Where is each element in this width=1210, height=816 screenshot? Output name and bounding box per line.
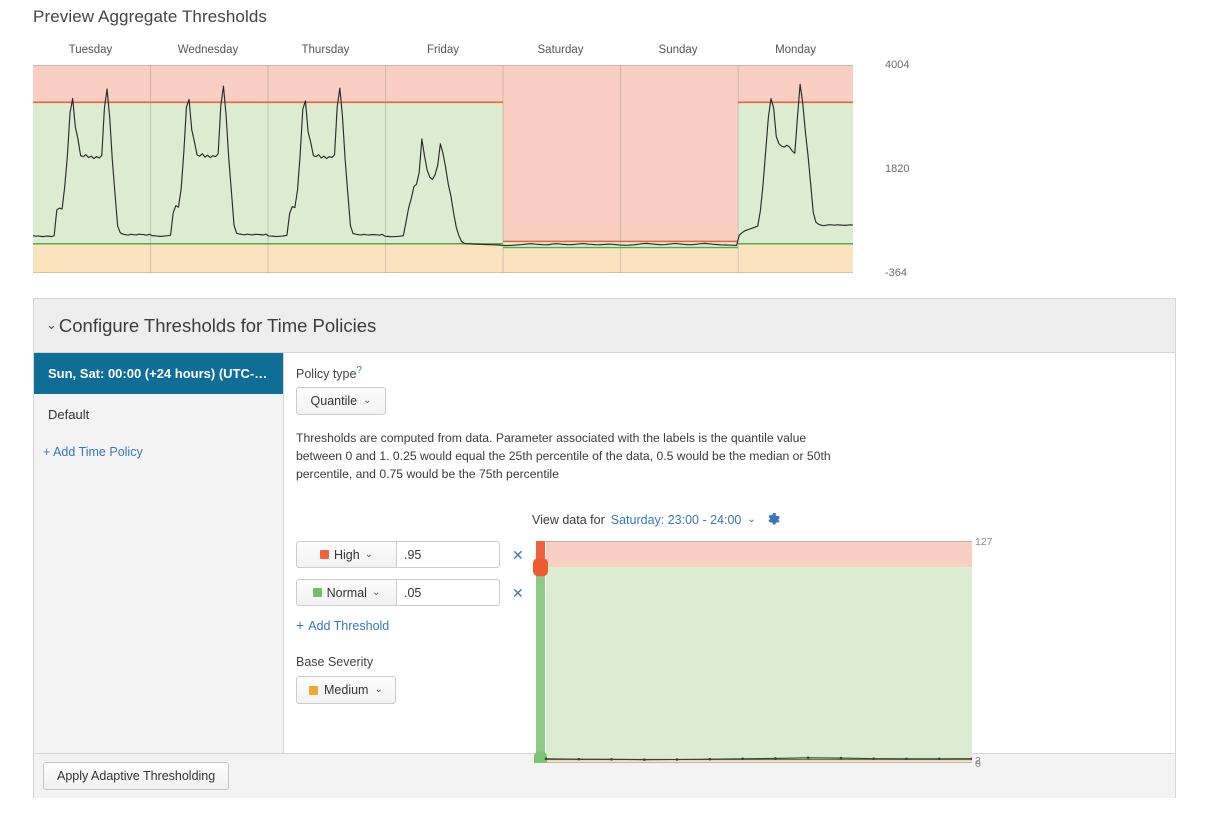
- time-policy-list: Sun, Sat: 00:00 (+24 hours) (UTC-06… Defa…: [34, 353, 284, 753]
- panel-header[interactable]: ⌄ Configure Thresholds for Time Policies: [34, 299, 1175, 353]
- chart-x-axis: Tuesday Wednesday Thursday Friday Saturday Su…: [33, 44, 853, 64]
- threshold-value-input[interactable]: [396, 579, 500, 606]
- threshold-list: High ⌄ ✕ Normal ⌄ ✕ +Add Threshold Base Severit…: [296, 541, 536, 704]
- threshold-value-input[interactable]: [396, 541, 500, 568]
- preview-aggregate-chart: Tuesday Wednesday Thursday Friday Saturday Su…: [33, 44, 1043, 294]
- remove-threshold-icon[interactable]: ✕: [512, 586, 524, 600]
- severity-color-swatch: [309, 685, 318, 695]
- chevron-down-icon[interactable]: ⌄: [747, 515, 755, 525]
- configure-thresholds-panel: ⌄ Configure Thresholds for Time Policies…: [33, 298, 1176, 798]
- chevron-down-icon: ⌄: [363, 395, 372, 407]
- threshold-severity-label: Normal: [326, 585, 367, 600]
- page-title: Preview Aggregate Thresholds: [33, 7, 268, 26]
- mini-chart-svg[interactable]: [532, 541, 974, 768]
- chevron-down-icon: ⌄: [364, 548, 374, 560]
- y-axis-tick-label: -364: [885, 267, 908, 279]
- y-axis-tick-label: 4004: [885, 59, 910, 71]
- chart-plot-area: [33, 65, 853, 273]
- threshold-row: Normal ⌄ ✕: [296, 579, 536, 606]
- policy-description: Thresholds are computed from data. Param…: [296, 431, 831, 482]
- chevron-down-icon: ⌄: [374, 684, 383, 695]
- plus-icon: +: [296, 617, 305, 633]
- severity-color-swatch: [312, 588, 322, 597]
- threshold-severity-select[interactable]: Normal ⌄: [296, 579, 396, 606]
- policy-type-select[interactable]: Quantile ⌄: [296, 387, 386, 416]
- add-threshold-label: Add Threshold: [308, 619, 390, 633]
- x-axis-day-label: Friday: [427, 44, 459, 56]
- apply-adaptive-thresholding-button[interactable]: Apply Adaptive Thresholding: [43, 762, 230, 790]
- threshold-preview-chart: 127 2 0: [532, 536, 993, 776]
- panel-title: Configure Thresholds for Time Policies: [58, 314, 377, 336]
- x-axis-day-label: Tuesday: [68, 44, 113, 56]
- threshold-severity-label: High: [333, 547, 360, 562]
- policy-settings: Policy type? Quantile ⌄ Thresholds are c…: [284, 353, 1175, 770]
- x-axis-day-label: Wednesday: [177, 44, 239, 56]
- time-policy-item[interactable]: Default: [34, 394, 283, 435]
- time-policy-item[interactable]: Sun, Sat: 00:00 (+24 hours) (UTC-06…: [34, 353, 283, 394]
- threshold-severity-select[interactable]: High ⌄: [296, 541, 396, 568]
- threshold-row: High ⌄ ✕: [296, 541, 536, 568]
- x-axis-day-label: Saturday: [537, 44, 584, 56]
- chart-y-axis: 4004 1820 -364: [859, 59, 939, 279]
- y-axis-tick-label: 1820: [885, 163, 910, 175]
- mini-y-axis-tick-label: 0: [975, 758, 981, 770]
- view-data-for: View data for Saturday: 23:00 - 24:00 ⌄: [532, 513, 781, 527]
- panel-body: Sun, Sat: 00:00 (+24 hours) (UTC-06… Defa…: [34, 353, 1175, 770]
- gear-icon[interactable]: [767, 513, 781, 527]
- help-icon[interactable]: ?: [356, 365, 362, 376]
- base-severity-select[interactable]: Medium ⌄: [296, 676, 396, 704]
- remove-threshold-icon[interactable]: ✕: [512, 548, 524, 562]
- chevron-down-icon[interactable]: ⌄: [46, 318, 57, 331]
- main-chart-svg: [33, 65, 853, 273]
- view-data-range-select[interactable]: Saturday: 23:00 - 24:00: [611, 513, 742, 527]
- chevron-down-icon: ⌄: [371, 586, 381, 598]
- x-axis-day-label: Thursday: [301, 44, 350, 56]
- time-policy-label: Sun, Sat: 00:00 (+24 hours) (UTC-06…: [48, 366, 282, 381]
- policy-type-value: Quantile: [310, 394, 358, 409]
- mini-y-axis-tick-label: 127: [975, 536, 993, 548]
- policy-type-label-text: Policy type: [296, 367, 357, 382]
- add-time-policy-link[interactable]: + Add Time Policy: [34, 435, 283, 459]
- x-axis-day-label: Sunday: [658, 44, 698, 56]
- severity-color-swatch: [319, 550, 329, 559]
- x-axis-day-label: Monday: [775, 44, 817, 56]
- add-threshold-link[interactable]: + Add Threshold: [296, 617, 536, 633]
- base-severity-label: Base Severity: [296, 655, 374, 669]
- view-data-label: View data for: [532, 513, 605, 527]
- policy-type-label: Policy type?: [296, 365, 1159, 381]
- base-severity-value: Medium: [324, 683, 369, 697]
- time-policy-label: Default: [48, 407, 90, 422]
